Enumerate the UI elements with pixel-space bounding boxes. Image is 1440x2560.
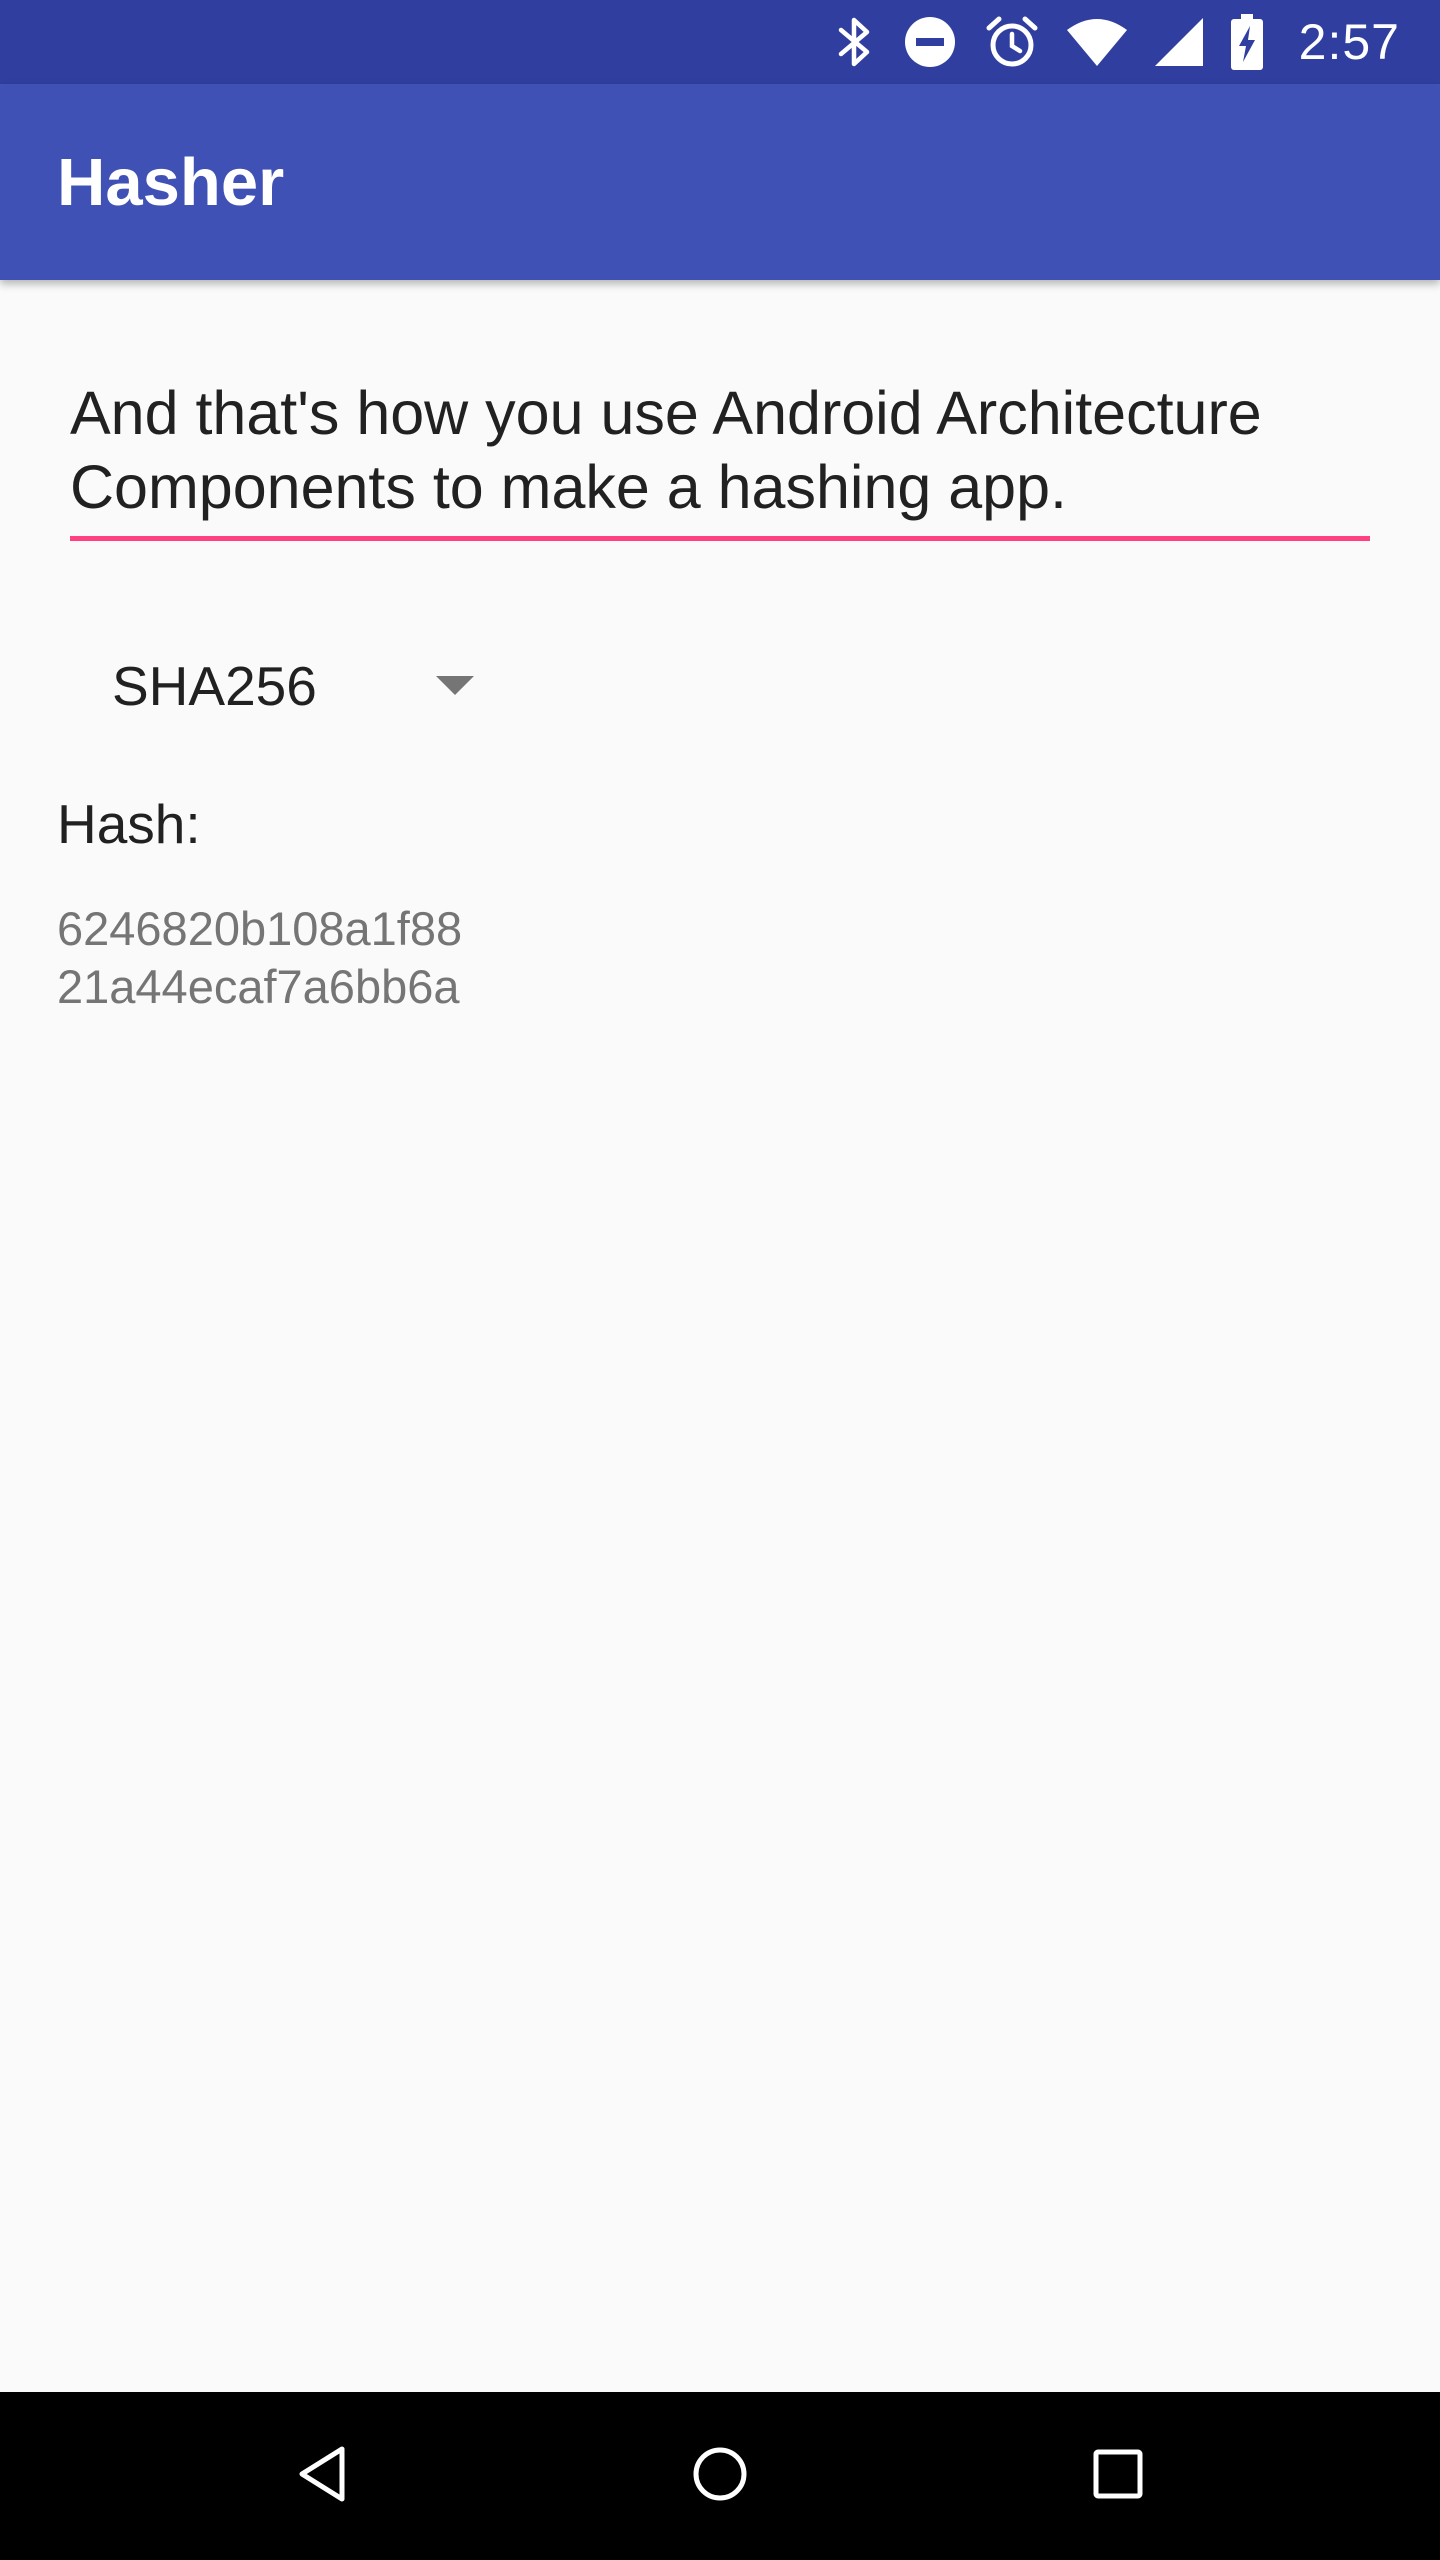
app-bar: Hasher — [0, 84, 1440, 280]
navigation-bar — [0, 2392, 1440, 2560]
hash-output: 6246820b108a1f88 21a44ecaf7a6bb6a — [57, 902, 463, 1013]
wifi-icon — [1066, 18, 1127, 66]
recents-icon — [1090, 2446, 1146, 2507]
back-button[interactable] — [272, 2426, 372, 2526]
home-button[interactable] — [670, 2426, 770, 2526]
do-not-disturb-icon — [903, 15, 957, 69]
hash-label: Hash: — [57, 793, 201, 855]
back-icon — [294, 2444, 350, 2509]
dropdown-arrow-icon — [436, 676, 474, 695]
recents-button[interactable] — [1068, 2426, 1168, 2526]
hash-input-field[interactable]: And that's how you use Android Architect… — [70, 376, 1370, 541]
app-title: Hasher — [57, 145, 285, 220]
algorithm-spinner[interactable]: SHA256 — [56, 626, 516, 746]
battery-charging-icon — [1230, 14, 1263, 70]
home-icon — [690, 2444, 750, 2509]
alarm-icon — [985, 14, 1039, 70]
cell-signal-icon — [1154, 18, 1203, 66]
algorithm-selected-value: SHA256 — [112, 655, 317, 717]
status-bar: 2:57 — [0, 0, 1440, 84]
bluetooth-icon — [835, 14, 875, 70]
status-icons: 2:57 — [835, 0, 1400, 84]
main-content: And that's how you use Android Architect… — [0, 280, 1440, 2392]
status-time: 2:57 — [1298, 14, 1400, 70]
